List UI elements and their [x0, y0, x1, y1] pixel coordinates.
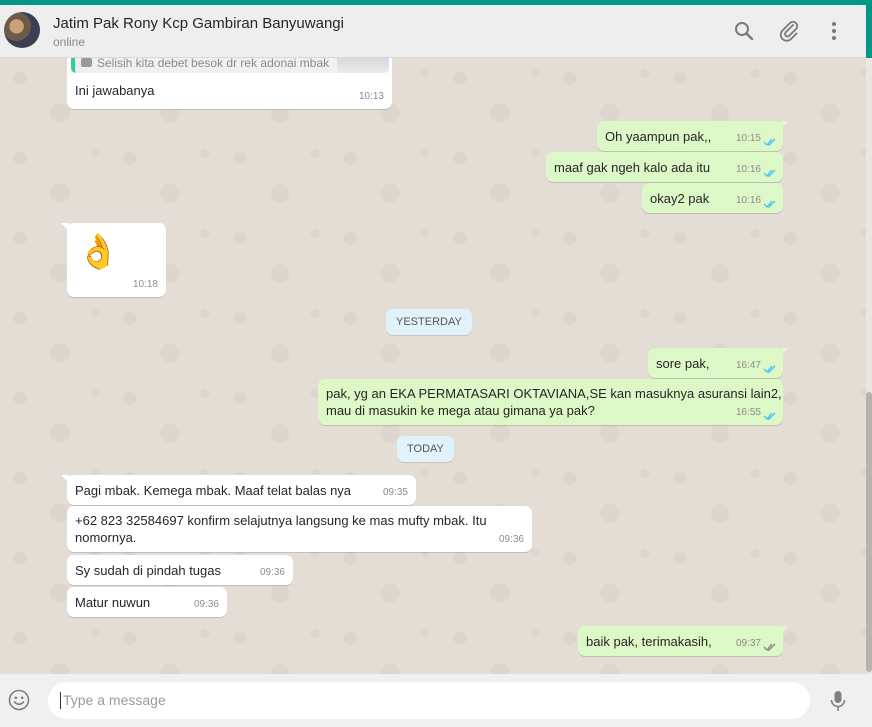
window-edge — [866, 0, 872, 58]
contact-name[interactable]: Jatim Pak Rony Kcp Gambiran Banyuwangi — [53, 15, 344, 32]
message-outgoing[interactable]: baik pak, terimakasih, 09:37 — [578, 626, 789, 656]
message-text: Pagi mbak. Kemega mbak. Maaf telat balas… — [75, 483, 352, 498]
message-time: 09:36 — [498, 534, 524, 545]
bubble-tail — [61, 475, 69, 483]
message-outgoing[interactable]: sore pak, 16:47 — [648, 348, 789, 378]
message-time: 10:18 — [132, 279, 158, 290]
message-incoming[interactable]: 👌 10:18 — [61, 223, 166, 297]
message-text-line: nomornya. — [75, 530, 137, 545]
message-time: 09:36 — [259, 567, 285, 578]
bubble-tail — [781, 348, 789, 356]
message-incoming[interactable]: +62 823 32584697 konfirm selajutnya lang… — [67, 506, 532, 552]
message-text: Oh yaampun pak,, — [605, 129, 712, 144]
read-receipt-icon — [763, 412, 776, 421]
message-composer: Type a message — [0, 674, 872, 727]
message-incoming[interactable]: Selisih kita debet besok dr rek adonai m… — [67, 58, 392, 109]
message-outgoing[interactable]: okay2 pak 10:16 — [642, 183, 783, 213]
message-text: Matur nuwun — [75, 595, 151, 610]
text-caret — [60, 692, 61, 709]
read-receipt-icon — [763, 643, 776, 652]
message-time: 16:55 — [735, 407, 761, 418]
chat-scrollbar-thumb[interactable] — [866, 392, 872, 672]
message-text-line: mau di masukin ke mega atau gimana ya pa… — [326, 403, 595, 418]
read-receipt-icon — [763, 200, 776, 209]
message-outgoing[interactable]: pak, yg an EKA PERMATASARI OKTAVIANA,SE … — [318, 379, 783, 425]
ok-hand-emoji: 👌 — [77, 233, 120, 271]
message-text: maaf gak ngeh kalo ada itu — [554, 160, 711, 175]
paperclip-icon[interactable] — [777, 19, 801, 43]
quoted-image-thumbnail — [337, 58, 389, 73]
message-text: okay2 pak — [650, 191, 710, 206]
message-time: 10:16 — [735, 195, 761, 206]
smiley-icon[interactable] — [8, 689, 30, 711]
message-outgoing[interactable]: maaf gak ngeh kalo ada itu 10:16 — [546, 152, 783, 182]
bubble-tail — [61, 223, 69, 231]
message-text: sore pak, — [656, 356, 710, 371]
message-time: 10:15 — [735, 133, 761, 144]
message-incoming[interactable]: Sy sudah di pindah tugas 09:36 — [67, 555, 293, 585]
quoted-text: Selisih kita debet besok dr rek adonai m… — [97, 58, 330, 70]
read-receipt-icon — [763, 169, 776, 178]
bubble-tail — [781, 121, 789, 129]
message-time: 09:36 — [193, 599, 219, 610]
message-outgoing[interactable]: Oh yaampun pak,, 10:15 — [597, 121, 789, 151]
chat-header: Jatim Pak Rony Kcp Gambiran Banyuwangi o… — [0, 5, 866, 58]
contact-status: online — [53, 35, 86, 49]
message-text-line: +62 823 32584697 konfirm selajutnya lang… — [75, 513, 487, 528]
quoted-message[interactable]: Selisih kita debet besok dr rek adonai m… — [71, 58, 389, 73]
chat-messages[interactable]: Selisih kita debet besok dr rek adonai m… — [0, 58, 866, 674]
message-time: 10:13 — [358, 91, 384, 102]
read-receipt-icon — [763, 365, 776, 374]
search-icon[interactable] — [732, 19, 756, 43]
bubble-tail — [781, 626, 789, 634]
message-input-placeholder: Type a message — [63, 692, 166, 708]
message-incoming[interactable]: Matur nuwun 09:36 — [67, 587, 227, 617]
message-incoming[interactable]: Pagi mbak. Kemega mbak. Maaf telat balas… — [61, 475, 416, 505]
camera-icon — [81, 58, 92, 67]
message-time: 10:16 — [735, 164, 761, 175]
microphone-icon[interactable] — [828, 690, 848, 712]
avatar[interactable] — [4, 12, 40, 48]
more-vertical-icon[interactable] — [822, 19, 846, 43]
message-time: 09:37 — [735, 638, 761, 649]
read-receipt-icon — [763, 138, 776, 147]
day-separator-yesterday: YESTERDAY — [386, 309, 472, 335]
message-text: Ini jawabanya — [75, 83, 155, 98]
message-time: 09:35 — [382, 487, 408, 498]
message-text-line: pak, yg an EKA PERMATASARI OKTAVIANA,SE … — [326, 386, 782, 401]
message-time: 16:47 — [735, 360, 761, 371]
message-input[interactable]: Type a message — [48, 682, 810, 719]
message-text: Sy sudah di pindah tugas — [75, 563, 221, 578]
day-separator-today: TODAY — [397, 436, 454, 462]
message-text: baik pak, terimakasih, — [586, 634, 712, 649]
